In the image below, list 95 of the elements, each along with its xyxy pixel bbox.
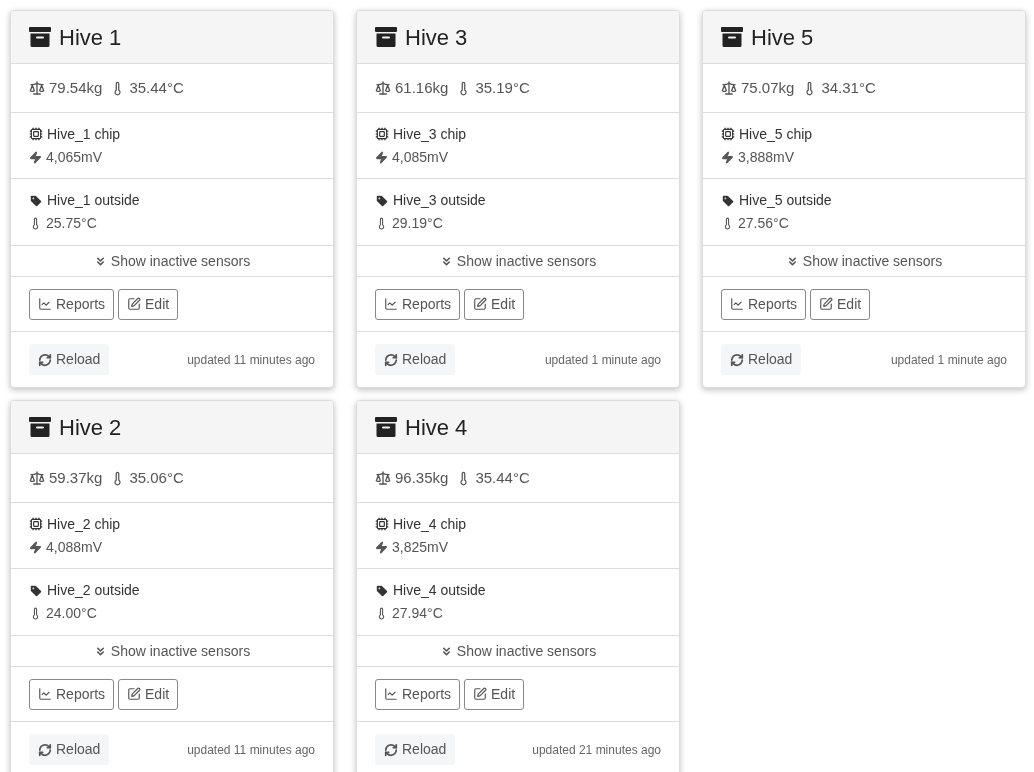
temperature-reading: 34.31°C — [821, 77, 876, 98]
archive-icon — [375, 417, 397, 437]
temperature-reading: 24.00°C — [46, 604, 97, 623]
lightning-icon — [29, 150, 42, 164]
temperature-reading: 35.44°C — [475, 467, 530, 488]
archive-icon — [721, 27, 743, 47]
temperature-reading: 35.19°C — [475, 77, 530, 98]
hive-title: Hive 4 — [405, 413, 468, 442]
sensor-name: Hive_2 outside — [47, 581, 140, 600]
weight-reading: 61.16kg — [395, 77, 449, 98]
voltage-reading: 4,088mV — [46, 537, 103, 557]
tag-icon — [375, 193, 389, 208]
edit-button[interactable]: Edit — [464, 288, 525, 320]
tag-icon — [375, 583, 389, 598]
reload-button[interactable]: Reload — [721, 344, 802, 375]
temperature-reading: 35.44°C — [129, 77, 184, 98]
chip-icon — [29, 127, 43, 141]
temperature-reading: 29.19°C — [392, 214, 443, 233]
reports-button[interactable]: Reports — [29, 678, 115, 710]
temperature-reading: 25.75°C — [46, 214, 97, 233]
reload-button[interactable]: Reload — [375, 344, 456, 375]
updated-time: updated 21 minutes ago — [532, 741, 661, 759]
refresh-icon — [384, 742, 398, 757]
updated-time: updated 1 minute ago — [544, 351, 661, 369]
reports-button[interactable]: Reports — [721, 288, 807, 320]
reload-button[interactable]: Reload — [29, 734, 110, 765]
reports-button[interactable]: Reports — [29, 288, 115, 320]
refresh-icon — [38, 742, 52, 757]
lightning-icon — [29, 540, 42, 554]
weight-reading: 75.07kg — [741, 77, 795, 98]
sensor-name: Hive_1 chip — [47, 124, 121, 144]
temperature-reading: 27.94°C — [392, 604, 443, 623]
refresh-icon — [730, 352, 744, 367]
updated-time: updated 11 minutes ago — [187, 741, 315, 759]
reload-button[interactable]: Reload — [375, 734, 456, 765]
edit-button[interactable]: Edit — [118, 288, 179, 320]
tag-icon — [29, 193, 43, 208]
line-chart-icon — [38, 687, 52, 701]
reload-button[interactable]: Reload — [29, 344, 110, 375]
voltage-reading: 4,085mV — [392, 147, 449, 167]
hive-title: Hive 3 — [405, 23, 468, 52]
sensor-name: Hive_5 chip — [739, 124, 813, 144]
lightning-icon — [375, 150, 388, 164]
edit-button[interactable]: Edit — [118, 678, 179, 710]
voltage-reading: 4,065mV — [46, 147, 103, 167]
edit-button[interactable]: Edit — [464, 678, 525, 710]
chip-icon — [375, 127, 389, 141]
scale-icon — [375, 470, 391, 486]
archive-icon — [375, 27, 397, 47]
tag-icon — [721, 193, 735, 208]
sensor-name: Hive_3 outside — [393, 191, 486, 210]
weight-reading: 79.54kg — [49, 77, 103, 98]
archive-icon — [29, 417, 51, 437]
lightning-icon — [375, 540, 388, 554]
archive-icon — [29, 27, 51, 47]
refresh-icon — [384, 352, 398, 367]
sensor-name: Hive_4 outside — [393, 581, 486, 600]
hive-title: Hive 1 — [59, 23, 122, 52]
tag-icon — [29, 583, 43, 598]
line-chart-icon — [384, 687, 398, 701]
scale-icon — [375, 80, 391, 96]
scale-icon — [29, 80, 45, 96]
refresh-icon — [38, 352, 52, 367]
line-chart-icon — [384, 297, 398, 311]
scale-icon — [29, 470, 45, 486]
updated-time: updated 11 minutes ago — [187, 351, 315, 369]
sensor-name: Hive_4 chip — [393, 514, 467, 534]
line-chart-icon — [730, 297, 744, 311]
scale-icon — [721, 80, 737, 96]
line-chart-icon — [38, 297, 52, 311]
sensor-name: Hive_1 outside — [47, 191, 140, 210]
sensor-name: Hive_3 chip — [393, 124, 467, 144]
hive-title: Hive 5 — [751, 23, 814, 52]
temperature-reading: 27.56°C — [738, 214, 789, 233]
edit-button[interactable]: Edit — [810, 288, 871, 320]
temperature-reading: 35.06°C — [129, 467, 184, 488]
voltage-reading: 3,888mV — [738, 147, 795, 167]
pen-square-icon — [473, 297, 488, 311]
pen-square-icon — [819, 297, 834, 311]
pen-square-icon — [127, 687, 142, 701]
pen-square-icon — [127, 297, 142, 311]
weight-reading: 96.35kg — [395, 467, 449, 488]
chip-icon — [29, 517, 43, 531]
voltage-reading: 3,825mV — [392, 537, 449, 557]
sensor-name: Hive_5 outside — [739, 191, 832, 210]
chip-icon — [721, 127, 735, 141]
lightning-icon — [721, 150, 734, 164]
hive-title: Hive 2 — [59, 413, 122, 442]
pen-square-icon — [473, 687, 488, 701]
updated-time: updated 1 minute ago — [890, 351, 1007, 369]
chip-icon — [375, 517, 389, 531]
sensor-name: Hive_2 chip — [47, 514, 121, 534]
weight-reading: 59.37kg — [49, 467, 103, 488]
reports-button[interactable]: Reports — [375, 288, 461, 320]
reports-button[interactable]: Reports — [375, 678, 461, 710]
